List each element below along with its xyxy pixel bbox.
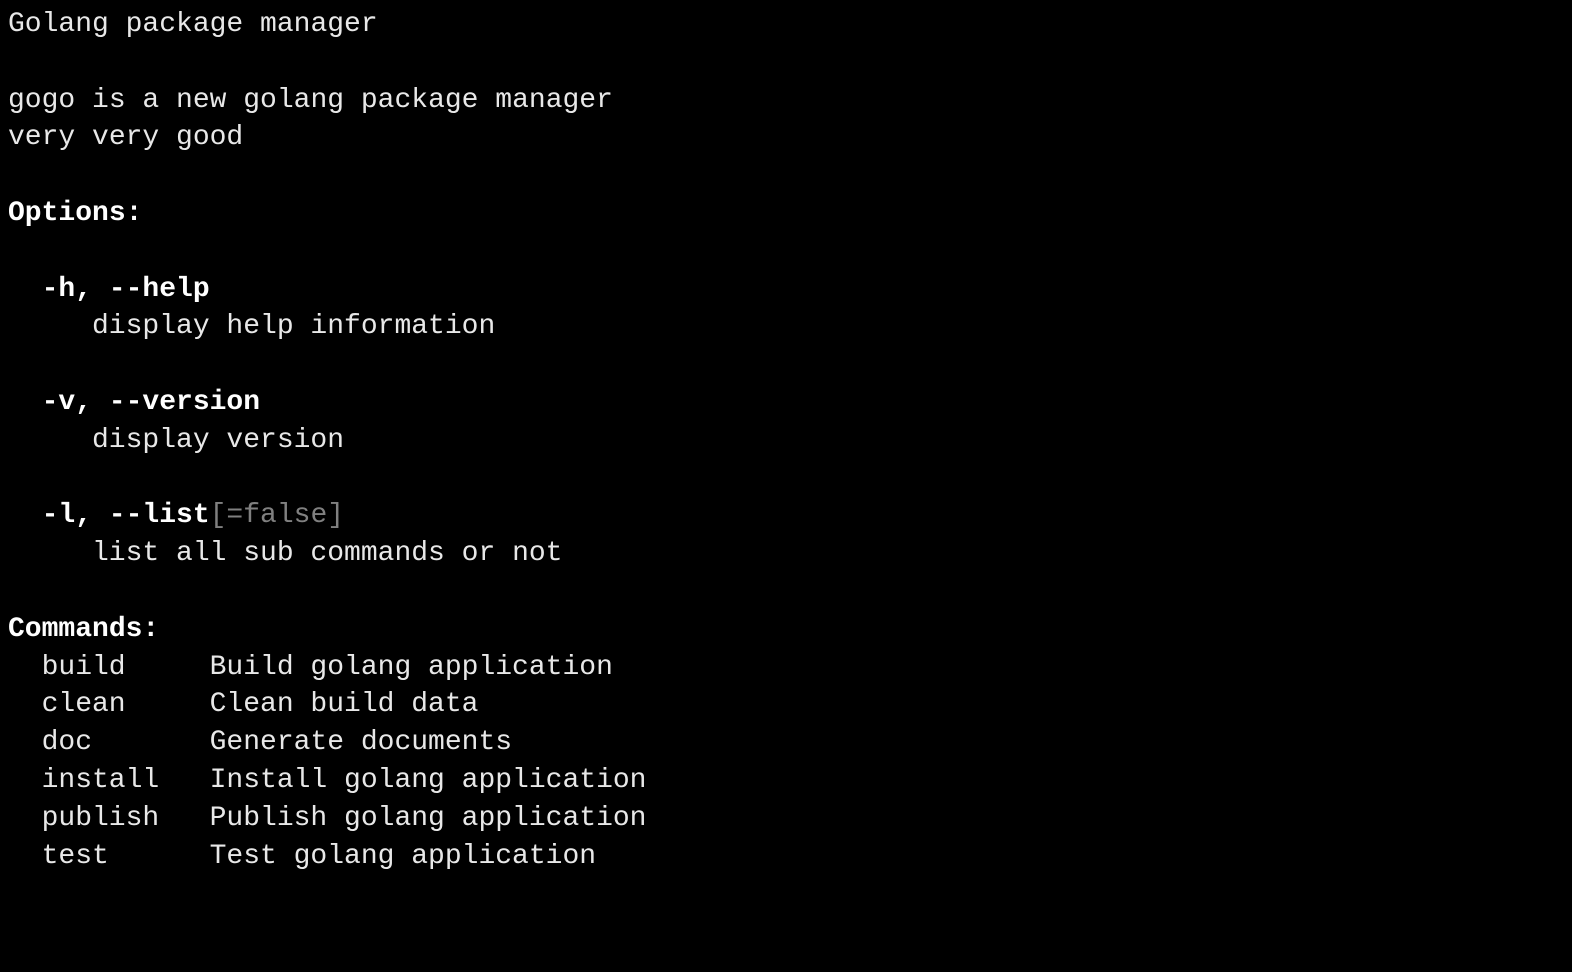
terminal-output: Golang package manager gogo is a new gol…	[8, 6, 1564, 875]
command-desc: Publish golang application	[210, 803, 647, 834]
option-version-desc: display version	[8, 422, 1564, 460]
option-version: -v, --version	[8, 384, 1564, 422]
description-line-2: very very good	[8, 119, 1564, 157]
blank-line	[8, 233, 1564, 271]
command-doc: docGenerate documents	[8, 724, 1564, 762]
option-flags: -v, --version	[42, 387, 260, 418]
command-name: install	[42, 762, 210, 800]
command-name: build	[42, 649, 210, 687]
blank-line	[8, 460, 1564, 498]
program-title: Golang package manager	[8, 6, 1564, 44]
command-clean: cleanClean build data	[8, 686, 1564, 724]
option-list: -l, --list[=false]	[8, 497, 1564, 535]
option-flags: -h, --help	[42, 274, 210, 305]
command-test: testTest golang application	[8, 838, 1564, 876]
option-help: -h, --help	[8, 271, 1564, 309]
command-name: clean	[42, 686, 210, 724]
option-default: [=false]	[210, 500, 344, 531]
option-help-desc: display help information	[8, 308, 1564, 346]
options-header: Options:	[8, 195, 1564, 233]
option-flags: -l, --list	[42, 500, 210, 531]
blank-line	[8, 346, 1564, 384]
description-line-1: gogo is a new golang package manager	[8, 82, 1564, 120]
command-publish: publishPublish golang application	[8, 800, 1564, 838]
blank-line	[8, 157, 1564, 195]
command-desc: Build golang application	[210, 652, 613, 683]
command-install: installInstall golang application	[8, 762, 1564, 800]
command-name: doc	[42, 724, 210, 762]
option-list-desc: list all sub commands or not	[8, 535, 1564, 573]
blank-line	[8, 573, 1564, 611]
command-desc: Generate documents	[210, 727, 512, 758]
command-desc: Clean build data	[210, 689, 479, 720]
blank-line	[8, 44, 1564, 82]
command-desc: Install golang application	[210, 765, 647, 796]
command-build: buildBuild golang application	[8, 649, 1564, 687]
command-desc: Test golang application	[210, 841, 596, 872]
commands-header: Commands:	[8, 611, 1564, 649]
command-name: test	[42, 838, 210, 876]
command-name: publish	[42, 800, 210, 838]
